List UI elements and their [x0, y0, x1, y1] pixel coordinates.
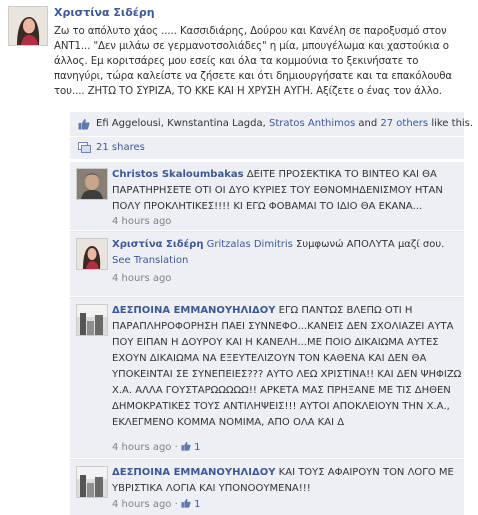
comment-avatar[interactable] — [76, 238, 108, 270]
comment-avatar[interactable] — [76, 304, 108, 336]
share-icon — [78, 142, 91, 156]
likes-suffix: like this. — [428, 118, 474, 129]
likes-others-link[interactable]: 27 others — [380, 118, 428, 129]
comment-time[interactable]: 4 hours ago — [112, 216, 171, 227]
post-text: Ζω το απόλυτο χάος ..... Κασσιδιάρης, Δο… — [54, 26, 453, 97]
see-translation-link[interactable]: See Translation — [112, 255, 188, 266]
thumbs-up-icon — [78, 118, 90, 133]
comment-author[interactable]: Christos Skaloumbakas — [112, 169, 244, 180]
comment-avatar[interactable] — [76, 168, 108, 200]
likes-bar: Efi Aggelousi, Kwnstantina Lagda, Strato… — [70, 112, 473, 136]
like-count-icon[interactable] — [181, 498, 191, 510]
post-author-avatar[interactable] — [8, 6, 48, 46]
likes-and: and — [355, 118, 381, 129]
comment: ΔΕΣΠΟΙΝΑ ΕΜΜΑΝΟΥΗΛΙΔΟΥ ΚΑΙ ΤΟΥΣ ΑΦΑΙΡΟΥΝ… — [70, 460, 464, 515]
comment-time[interactable]: 4 hours ago — [112, 442, 171, 453]
comment-time[interactable]: 4 hours ago — [112, 273, 171, 284]
comment-meta: 4 hours ago · 1 — [112, 441, 201, 453]
comment: Χριστίνα Σιδέρη Gritzalas Dimitris Συμφω… — [70, 232, 464, 296]
comment-author[interactable]: ΔΕΣΠΟΙΝΑ ΕΜΜΑΝΟΥΗΛΙΔΟΥ — [112, 467, 275, 478]
comment-meta: 4 hours ago — [112, 273, 171, 284]
likes-name-link[interactable]: Stratos Anthimos — [269, 118, 355, 129]
comment-text: Συμφωνώ ΑΠΟΛΥΤΑ μαζί σου. — [292, 239, 445, 250]
meta-separator: · — [171, 499, 181, 510]
shares-bar[interactable]: 21 shares — [70, 137, 464, 159]
post-author-name[interactable]: Χριστίνα Σιδέρη — [54, 6, 155, 19]
comment-text: ΕΓΩ ΠΑΝΤΩΣ ΒΛΕΠΩ ΟΤΙ Η ΠΑΡΑΠΛΗΡΟΦΟΡΗΣΗ Π… — [112, 305, 462, 428]
comment-author[interactable]: ΔΕΣΠΟΙΝΑ ΕΜΜΑΝΟΥΗΛΙΔΟΥ — [112, 305, 275, 316]
comment: ΔΕΣΠΟΙΝΑ ΕΜΜΑΝΟΥΗΛΙΔΟΥ ΕΓΩ ΠΑΝΤΩΣ ΒΛΕΠΩ … — [70, 298, 464, 458]
likes-names: Efi Aggelousi, Kwnstantina Lagda, — [96, 118, 269, 129]
comment-meta: 4 hours ago — [112, 216, 171, 227]
like-count-icon[interactable] — [181, 441, 191, 453]
meta-separator: · — [171, 442, 181, 453]
like-count[interactable]: 1 — [194, 499, 200, 510]
comment-avatar[interactable] — [76, 466, 108, 498]
comment-meta: 4 hours ago · 1 — [112, 498, 201, 510]
comment-author[interactable]: Χριστίνα Σιδέρη — [112, 239, 203, 250]
shares-count[interactable]: 21 shares — [96, 142, 145, 153]
comment-time[interactable]: 4 hours ago — [112, 499, 171, 510]
comment: Christos Skaloumbakas ΔΕΙΤΕ ΠΡΟΣΕΚΤΙΚΑ Τ… — [70, 162, 464, 230]
comment-mention[interactable]: Gritzalas Dimitris — [207, 239, 293, 250]
like-count[interactable]: 1 — [194, 442, 200, 453]
